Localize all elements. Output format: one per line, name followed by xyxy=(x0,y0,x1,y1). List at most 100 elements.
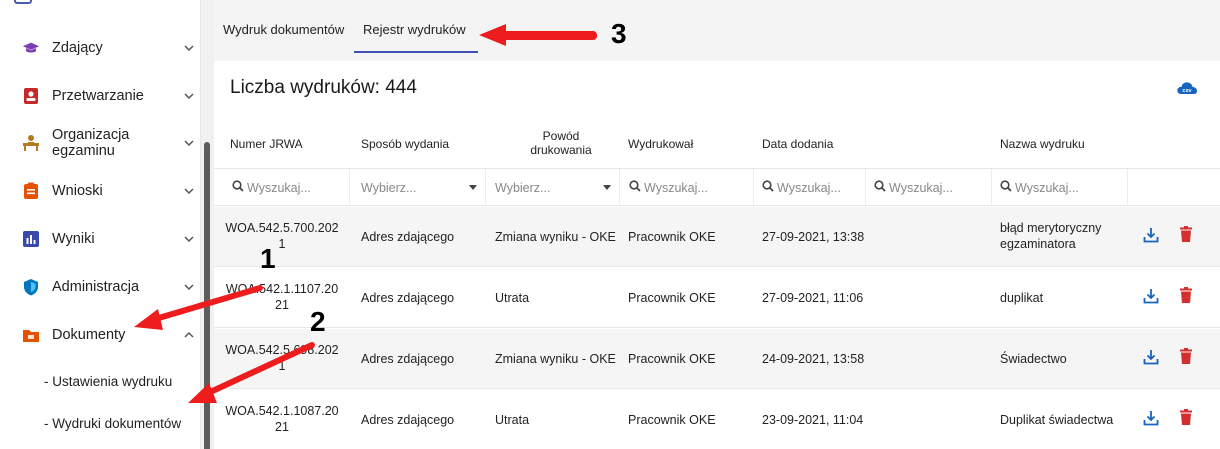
sidebar-scrollbar[interactable] xyxy=(200,0,214,449)
sidebar-item-przetwarzanie[interactable]: Przetwarzanie xyxy=(0,73,205,119)
chevron-down-icon xyxy=(184,92,194,100)
filter-data-do-input[interactable]: Wyszukaj... xyxy=(866,169,992,206)
filter-powod-select[interactable]: Wybierz... xyxy=(486,169,620,206)
cell-powod: Utrata xyxy=(495,413,530,427)
cell-sposob: Adres zdającego xyxy=(361,291,455,305)
cell-numer: WOA.542.5.700.202 1 xyxy=(218,220,346,252)
main-content: Wydruk dokumentów Rejestr wydruków Liczb… xyxy=(214,0,1220,449)
download-icon[interactable] xyxy=(1143,410,1159,431)
clipboard-list-icon xyxy=(22,182,40,200)
cell-powod: Zmiana wyniku - OKE xyxy=(495,230,616,244)
table-row[interactable]: WOA.542.1.1087.20 21 Adres zdającego Utra… xyxy=(214,390,1220,449)
search-icon xyxy=(232,180,244,195)
sidebar-item-organizacja-egzaminu[interactable]: Organizacja egzaminu xyxy=(0,120,205,166)
filter-sposob-select[interactable]: Wybierz... xyxy=(350,169,486,206)
csv-label: csv xyxy=(1182,88,1192,94)
clipboard-account-icon xyxy=(22,87,40,105)
bar-chart-icon xyxy=(22,230,40,248)
download-icon[interactable] xyxy=(1143,349,1159,370)
header-wydrukowal[interactable]: Wydrukował xyxy=(628,137,693,151)
sidebar-item-wyniki[interactable]: Wyniki xyxy=(0,216,205,262)
placeholder: Wybierz... xyxy=(495,180,551,195)
register-card: Liczba wydruków: 444 csv Numer JRWA Spos… xyxy=(214,61,1220,449)
cell-wydrukowal: Pracownik OKE xyxy=(628,230,716,244)
header-sposob-wydania[interactable]: Sposób wydania xyxy=(361,137,449,151)
numer-line-1: WOA.542.5.698.202 xyxy=(225,343,339,357)
numer-line-2: 1 xyxy=(278,359,286,373)
tab-bar: Wydruk dokumentów Rejestr wydruków xyxy=(214,0,1220,60)
download-icon[interactable] xyxy=(1143,288,1159,309)
filter-data-od-input[interactable]: Wyszukaj... xyxy=(754,169,866,206)
search-icon xyxy=(762,180,774,195)
cell-sposob: Adres zdającego xyxy=(361,413,455,427)
numer-line-1: WOA.542.1.1107.20 xyxy=(225,282,339,296)
filter-wydrukowal-input[interactable]: Wyszukaj... xyxy=(620,169,754,206)
annotation-label-1: 1 xyxy=(260,243,276,274)
chevron-down-icon xyxy=(184,235,194,243)
sidebar-item-zdajacy[interactable]: Zdający xyxy=(0,25,205,71)
annotation-label-3: 3 xyxy=(611,18,627,49)
sidebar-subitem-wydruki-dokumentow[interactable]: - Wydruki dokumentów xyxy=(44,416,181,431)
dropdown-arrow-icon xyxy=(603,185,611,190)
chevron-down-icon xyxy=(184,44,194,52)
table-row[interactable]: WOA.542.5.698.202 1 Adres zdającego Zmian… xyxy=(214,329,1220,389)
sidebar-top-edge xyxy=(0,0,205,9)
header-data-dodania[interactable]: Data dodania xyxy=(762,137,833,151)
dropdown-arrow-icon xyxy=(469,185,477,190)
tab-wydruk-dokumentow[interactable]: Wydruk dokumentów xyxy=(223,22,344,42)
tab-rejestr-wydrukow[interactable]: Rejestr wydruków xyxy=(363,22,466,42)
cell-nazwa: Świadectwo xyxy=(1000,352,1067,366)
nazwa-line-2: egzaminatora xyxy=(1000,237,1076,251)
header-nazwa-wydruku[interactable]: Nazwa wydruku xyxy=(1000,137,1085,151)
sidebar-item-dokumenty[interactable]: Dokumenty xyxy=(0,312,205,358)
numer-line-1: WOA.542.1.1087.20 xyxy=(225,404,339,418)
header-line-1: Powód xyxy=(542,129,580,143)
active-tab-indicator xyxy=(354,51,478,53)
table-row[interactable]: WOA.542.1.1107.20 21 Adres zdającego Utra… xyxy=(214,268,1220,328)
delete-icon[interactable] xyxy=(1180,348,1192,369)
header-powod-drukowania[interactable]: Powód drukowania xyxy=(494,129,628,157)
cell-sposob: Adres zdającego xyxy=(361,352,455,366)
cell-numer: WOA.542.1.1107.20 21 xyxy=(218,281,346,313)
sidebar-item-label: Wyniki xyxy=(52,231,95,247)
sidebar-item-label: Zdający xyxy=(52,40,103,56)
delete-icon[interactable] xyxy=(1180,287,1192,308)
cell-wydrukowal: Pracownik OKE xyxy=(628,291,716,305)
csv-export-button[interactable]: csv xyxy=(1176,77,1198,99)
cell-data: 23-09-2021, 11:04 xyxy=(762,413,864,427)
sidebar-item-label: Organizacja egzaminu xyxy=(52,127,129,159)
sidebar-item-administracja[interactable]: Administracja xyxy=(0,264,205,310)
sidebar-item-label: Dokumenty xyxy=(52,327,126,343)
placeholder: Wyszukaj... xyxy=(247,180,311,195)
filter-numer-input[interactable]: Wyszukaj... xyxy=(214,169,350,206)
sidebar-subitem-ustawienia-wydruku[interactable]: - Ustawienia wydruku xyxy=(44,374,172,389)
search-icon xyxy=(874,180,886,195)
nazwa-line-1: błąd merytoryczny xyxy=(1000,221,1102,235)
placeholder: Wyszukaj... xyxy=(644,180,708,195)
cell-wydrukowal: Pracownik OKE xyxy=(628,413,716,427)
chevron-up-icon xyxy=(184,331,194,339)
chevron-down-icon xyxy=(184,283,194,291)
sidebar-item-label: Administracja xyxy=(52,279,140,295)
placeholder: Wyszukaj... xyxy=(1015,180,1079,195)
header-numer-jrwa[interactable]: Numer JRWA xyxy=(230,137,303,151)
sidebar-item-wnioski[interactable]: Wnioski xyxy=(0,168,205,214)
sidebar-item-label: Wnioski xyxy=(52,183,103,199)
app-window: Zdający Przetwarzanie Organizacja egzamin… xyxy=(0,0,1220,449)
search-icon xyxy=(629,180,641,195)
cell-numer: WOA.542.5.698.202 1 xyxy=(218,342,346,374)
cell-nazwa: duplikat xyxy=(1000,291,1044,305)
cell-data: 24-09-2021, 13:58 xyxy=(762,352,865,366)
download-icon[interactable] xyxy=(1143,227,1159,248)
sidebar: Zdający Przetwarzanie Organizacja egzamin… xyxy=(0,0,205,449)
delete-icon[interactable] xyxy=(1180,409,1192,430)
filter-nazwa-input[interactable]: Wyszukaj... xyxy=(992,169,1128,206)
scrollbar-thumb[interactable] xyxy=(204,142,210,449)
menu-icon xyxy=(14,0,32,4)
table-row[interactable]: WOA.542.5.700.202 1 Adres zdającego Zmian… xyxy=(214,207,1220,267)
label-line-1: Organizacja xyxy=(52,127,130,143)
sidebar-item-label: Przetwarzanie xyxy=(52,88,144,104)
numer-line-2: 21 xyxy=(275,420,289,434)
page-title: Liczba wydruków: 444 xyxy=(230,77,417,98)
delete-icon[interactable] xyxy=(1180,226,1192,247)
